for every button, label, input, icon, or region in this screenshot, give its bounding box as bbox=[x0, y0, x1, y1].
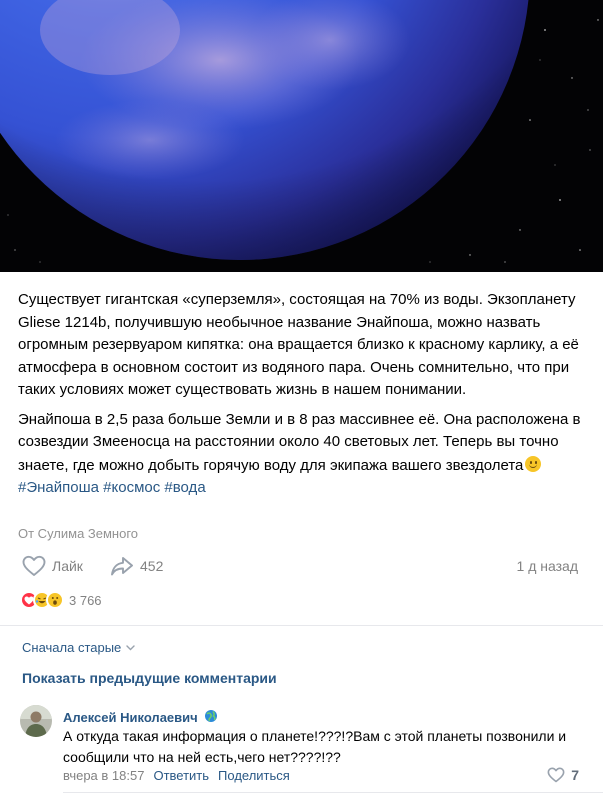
sort-label: Сначала старые bbox=[22, 640, 122, 655]
comments-sort-dropdown[interactable]: Сначала старые bbox=[22, 640, 135, 655]
divider bbox=[0, 625, 603, 626]
hashtag-link[interactable]: #космос bbox=[103, 479, 160, 496]
hashtag-link[interactable]: #вода bbox=[164, 479, 205, 496]
share-count: 452 bbox=[140, 558, 164, 574]
hashtag-link[interactable]: #Энайпоша bbox=[18, 479, 99, 496]
post-paragraph: Существует гигантская «суперземля», сост… bbox=[18, 291, 579, 398]
share-button[interactable]: 452 bbox=[110, 553, 163, 579]
comment-author-row: Алексей Николаевич bbox=[63, 709, 218, 726]
post-image[interactable] bbox=[0, 0, 603, 272]
post-body: Существует гигантская «суперземля», сост… bbox=[18, 289, 588, 507]
post-time[interactable]: 1 д назад bbox=[517, 558, 578, 574]
chevron-down-icon bbox=[126, 644, 135, 650]
post-source[interactable]: От Сулима Земного bbox=[18, 526, 138, 541]
wow-reaction-icon bbox=[46, 591, 64, 609]
heart-icon bbox=[547, 767, 565, 783]
globe-icon bbox=[204, 709, 218, 726]
reply-link[interactable]: Ответить bbox=[153, 768, 209, 783]
slight-smile-emoji-icon bbox=[525, 455, 542, 472]
avatar[interactable] bbox=[20, 705, 52, 737]
exoplanet-image bbox=[0, 0, 603, 272]
like-label: Лайк bbox=[52, 558, 83, 574]
show-previous-comments-link[interactable]: Показать предыдущие комментарии bbox=[22, 670, 277, 686]
comment-like-count: 7 bbox=[571, 767, 579, 783]
share-arrow-icon bbox=[111, 557, 133, 576]
comment-author-name[interactable]: Алексей Николаевич bbox=[63, 710, 198, 725]
post-paragraph: Энайпоша в 2,5 раза больше Земли и в 8 р… bbox=[18, 409, 588, 500]
heart-icon bbox=[22, 555, 46, 576]
share-comment-link[interactable]: Поделиться bbox=[218, 768, 290, 783]
comment-like-button[interactable]: 7 bbox=[547, 767, 579, 783]
reactions-count: 3 766 bbox=[69, 592, 102, 608]
like-button[interactable]: Лайк bbox=[22, 553, 83, 579]
comment-text: А откуда такая информация о планете!???!… bbox=[63, 728, 567, 765]
divider bbox=[63, 792, 603, 793]
comment-time[interactable]: вчера в 18:57 bbox=[63, 768, 144, 783]
post-paragraph-text: Энайпоша в 2,5 раза больше Земли и в 8 р… bbox=[18, 410, 581, 474]
reactions-summary[interactable]: 3 766 bbox=[20, 590, 102, 610]
post-actions: Лайк 452 1 д назад bbox=[22, 553, 582, 579]
comment-meta: вчера в 18:57 Ответить Поделиться bbox=[63, 768, 290, 783]
